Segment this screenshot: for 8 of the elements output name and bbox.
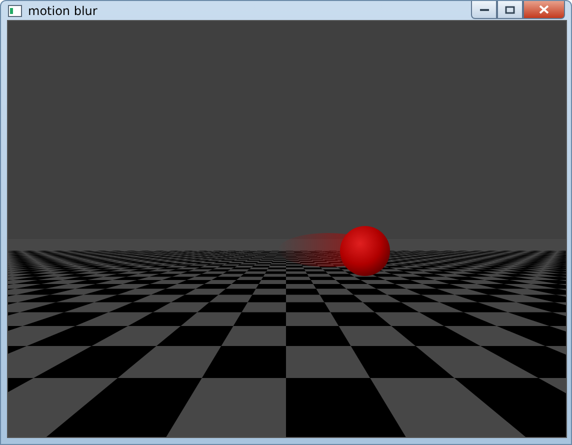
close-button[interactable] [523,1,565,19]
app-icon [8,4,22,16]
close-icon [539,5,549,14]
minimize-icon [480,8,488,12]
maximize-button[interactable] [497,1,523,19]
window-title: motion blur [28,4,98,18]
minimize-button[interactable] [471,1,497,19]
maximize-icon [505,6,515,14]
